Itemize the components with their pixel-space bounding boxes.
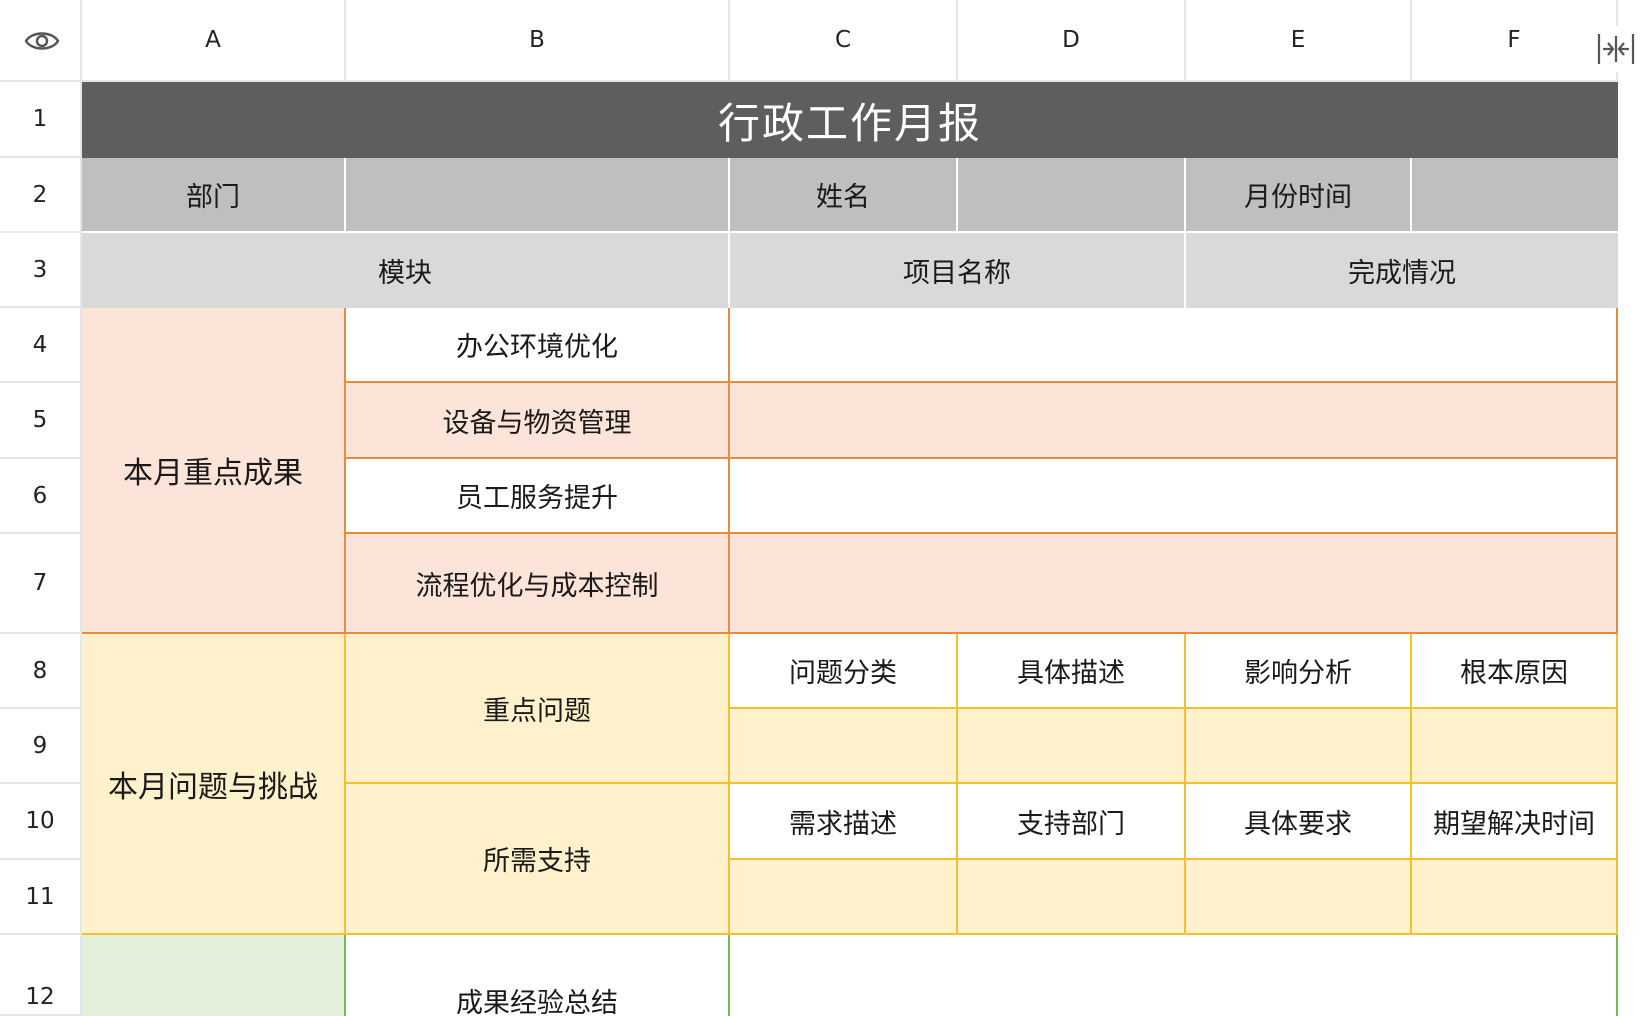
row-header-5[interactable]: 5 [0,383,82,459]
name-value-cell[interactable] [958,158,1186,233]
row-header-6[interactable]: 6 [0,459,82,534]
issue-value-cell[interactable] [1186,709,1412,784]
support-header-cell[interactable]: 支持部门 [958,784,1186,860]
dept-label-cell[interactable]: 部门 [82,158,346,233]
support-header-cell[interactable]: 具体要求 [1186,784,1412,860]
achievement-status-cell[interactable] [730,383,1618,459]
row-header-3[interactable]: 3 [0,233,82,308]
achievements-module-cell[interactable]: 本月重点成果 [82,308,346,634]
row-header-7[interactable]: 7 [0,534,82,634]
collapse-columns-icon[interactable] [1596,26,1636,72]
support-value-cell[interactable] [1186,860,1412,935]
issue-header-cell[interactable]: 影响分析 [1186,634,1412,709]
eye-icon[interactable] [22,26,62,56]
issue-value-cell[interactable] [958,709,1186,784]
issue-value-cell[interactable] [1412,709,1618,784]
support-header-cell[interactable]: 期望解决时间 [1412,784,1618,860]
support-value-cell[interactable] [730,860,958,935]
month-label-cell[interactable]: 月份时间 [1186,158,1412,233]
column-header-c[interactable]: C [730,0,958,82]
key-issue-cell[interactable]: 重点问题 [346,634,730,784]
row-header-2[interactable]: 2 [0,158,82,233]
column-header-e[interactable]: E [1186,0,1412,82]
summary-item-cell[interactable]: 成果经验总结 [346,935,730,1016]
achievement-item-cell[interactable]: 办公环境优化 [346,308,730,383]
status-header-cell[interactable]: 完成情况 [1186,233,1618,308]
achievement-item-cell[interactable]: 设备与物资管理 [346,383,730,459]
support-value-cell[interactable] [958,860,1186,935]
project-header-cell[interactable]: 项目名称 [730,233,1186,308]
column-header-f[interactable]: F [1412,0,1618,82]
month-value-cell[interactable] [1412,158,1618,233]
achievement-item-cell[interactable]: 员工服务提升 [346,459,730,534]
issue-header-cell[interactable]: 具体描述 [958,634,1186,709]
column-header-b[interactable]: B [346,0,730,82]
name-label-cell[interactable]: 姓名 [730,158,958,233]
issue-header-cell[interactable]: 问题分类 [730,634,958,709]
row-header-10[interactable]: 10 [0,784,82,860]
row-header-12[interactable]: 12 [0,935,82,1016]
spreadsheet: A B C D E F 1 2 3 4 5 6 7 8 9 10 11 12 行… [0,0,1640,1016]
column-header-d[interactable]: D [958,0,1186,82]
row-header-9[interactable]: 9 [0,709,82,784]
row-header-1[interactable]: 1 [0,82,82,158]
row-header-4[interactable]: 4 [0,308,82,383]
support-header-cell[interactable]: 需求描述 [730,784,958,860]
achievement-status-cell[interactable] [730,459,1618,534]
summary-module-cell[interactable] [82,935,346,1016]
achievement-status-cell[interactable] [730,534,1618,634]
dept-value-cell[interactable] [346,158,730,233]
support-value-cell[interactable] [1412,860,1618,935]
support-cell[interactable]: 所需支持 [346,784,730,935]
module-header-cell[interactable]: 模块 [82,233,730,308]
achievement-item-cell[interactable]: 流程优化与成本控制 [346,534,730,634]
achievement-status-cell[interactable] [730,308,1618,383]
column-header-a[interactable]: A [82,0,346,82]
issue-value-cell[interactable] [730,709,958,784]
issue-header-cell[interactable]: 根本原因 [1412,634,1618,709]
row-header-11[interactable]: 11 [0,860,82,935]
summary-status-cell[interactable] [730,935,1618,1016]
report-title[interactable]: 行政工作月报 [82,82,1618,158]
row-header-8[interactable]: 8 [0,634,82,709]
problems-module-cell[interactable]: 本月问题与挑战 [82,634,346,935]
